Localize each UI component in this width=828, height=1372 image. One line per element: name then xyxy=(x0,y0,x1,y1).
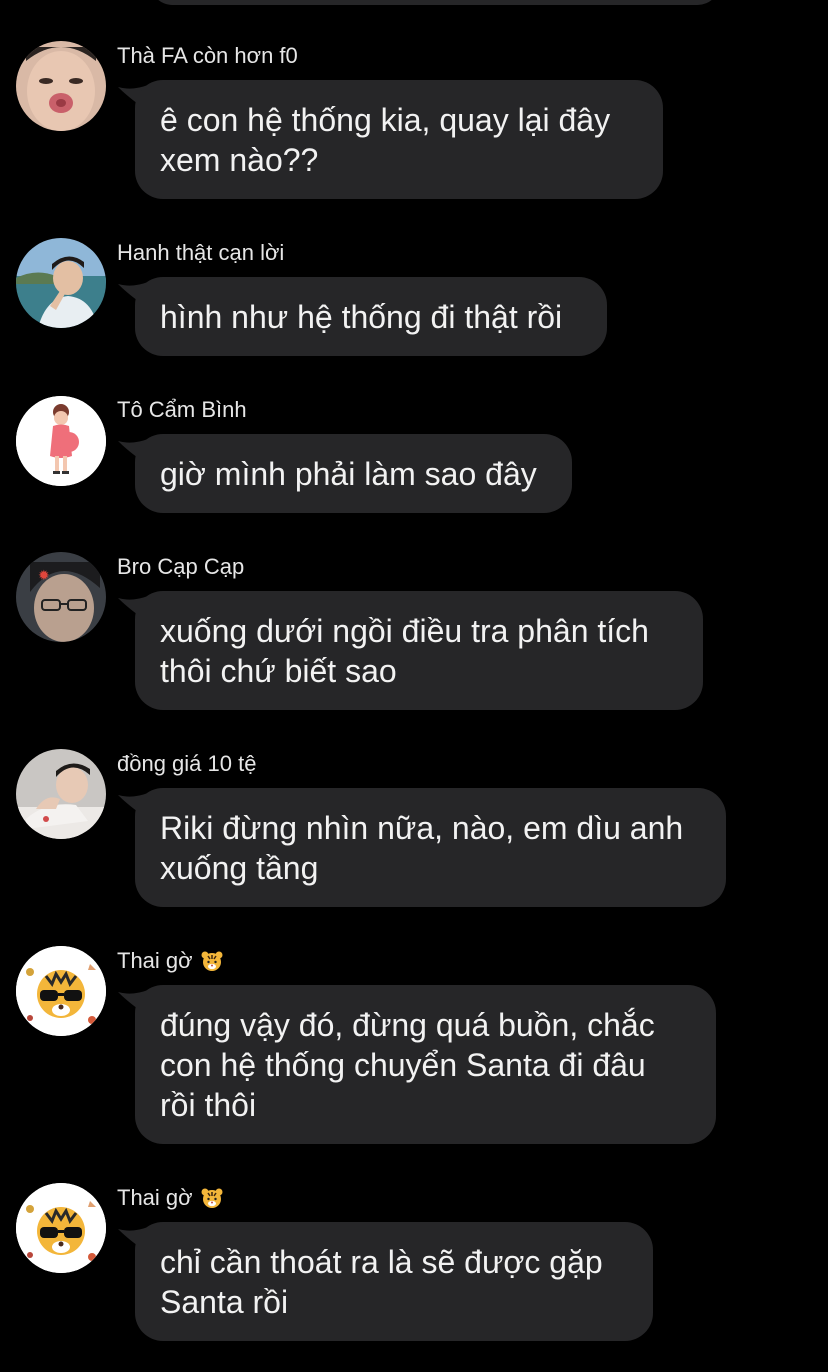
tiger-face-icon xyxy=(201,1188,223,1208)
sender-name: đồng giá 10 tệ xyxy=(117,751,257,776)
message-bubble[interactable]: giờ mình phải làm sao đây xyxy=(135,434,572,513)
sender-name-text: Thai gờ xyxy=(117,1185,193,1210)
previous-message-bubble[interactable] xyxy=(150,0,720,5)
message-bubble[interactable]: hình như hệ thống đi thật rồi xyxy=(135,277,607,356)
svg-text:✹: ✹ xyxy=(38,568,50,584)
sender-name: Thai gờ xyxy=(117,948,225,974)
sender-name: Thà FA còn hơn f0 xyxy=(117,43,298,68)
sender-name: Bro Cạp Cạp xyxy=(117,554,245,579)
avatar-photo-lips[interactable] xyxy=(16,41,106,131)
avatar-photo-lying[interactable] xyxy=(16,749,106,839)
avatar-tiger-sunglasses[interactable] xyxy=(16,946,106,1036)
message-bubble[interactable]: xuống dưới ngồi điều tra phân tích thôi … xyxy=(135,591,703,710)
sender-name-text: Thai gờ xyxy=(117,948,193,973)
tiger-face-icon xyxy=(201,951,223,971)
avatar-photo-seaside[interactable] xyxy=(16,238,106,328)
sender-name: Tô Cẩm Bình xyxy=(117,397,247,422)
message-bubble[interactable]: Riki đừng nhìn nữa, nào, em dìu anh xuốn… xyxy=(135,788,726,907)
message-bubble[interactable]: chỉ cần thoát ra là sẽ được gặp Santa rồ… xyxy=(135,1222,653,1341)
sender-name: Thai gờ xyxy=(117,1185,225,1211)
sender-name: Hanh thật cạn lời xyxy=(117,240,285,265)
avatar-photo-glasses[interactable]: ✹ xyxy=(16,552,106,642)
avatar-tiger-sunglasses[interactable] xyxy=(16,1183,106,1273)
message-bubble[interactable]: ê con hệ thống kia, quay lại đây xem nào… xyxy=(135,80,663,199)
avatar-cartoon-woman[interactable] xyxy=(16,396,106,486)
message-bubble[interactable]: đúng vậy đó, đừng quá buồn, chắc con hệ … xyxy=(135,985,716,1144)
